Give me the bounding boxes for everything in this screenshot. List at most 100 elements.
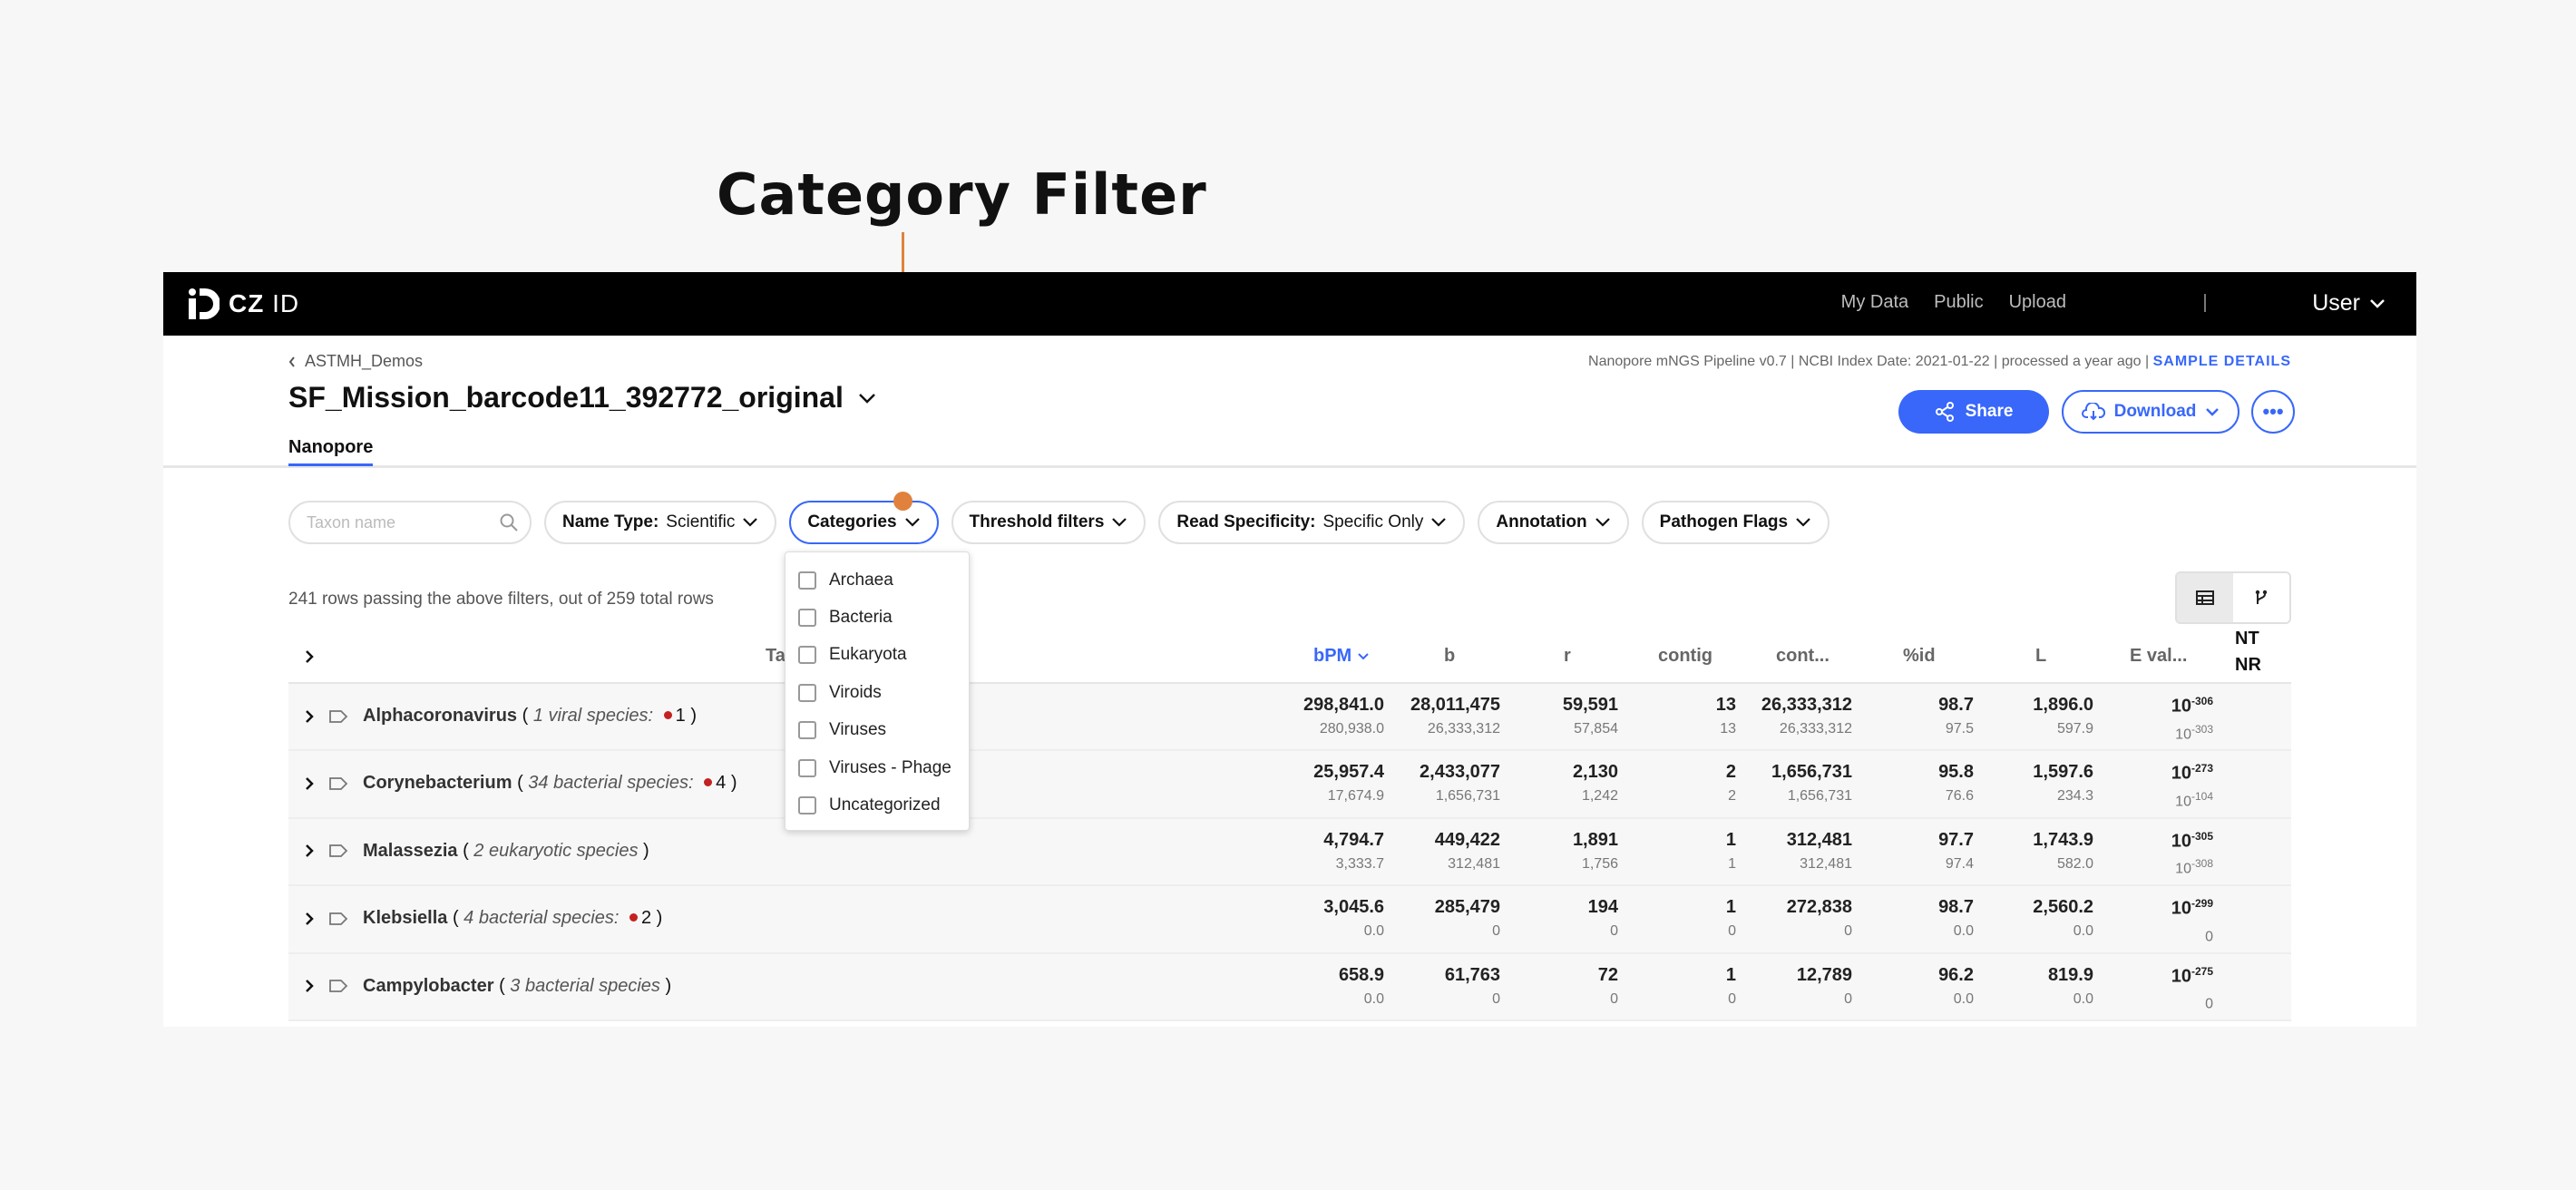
table-row[interactable]: Campylobacter ( 3 bacterial species ) 658…	[288, 953, 2291, 1021]
column-header-bpm[interactable]: bPM	[1313, 646, 1370, 667]
column-header-percent-id[interactable]: %id	[1903, 646, 1936, 667]
nr-value: 3,333.7	[1335, 855, 1384, 872]
cell-contig-reads: 26,333,312 26,333,312	[1761, 695, 1852, 737]
cell-length: 1,597.6 234.3	[2033, 762, 2093, 805]
column-header-contig[interactable]: contig	[1658, 646, 1712, 667]
cell-bpm: 4,794.7 3,333.7	[1323, 830, 1384, 873]
table-row[interactable]: Alphacoronavirus ( 1 viral species: 1 ) 2…	[288, 684, 2291, 752]
checkbox[interactable]	[798, 721, 816, 740]
annotation-filter[interactable]: Annotation	[1478, 501, 1629, 544]
name-type-filter[interactable]: Name Type: Scientific	[544, 501, 777, 544]
category-option-uncategorized[interactable]: Uncategorized	[785, 786, 969, 824]
nav-my-data[interactable]: My Data	[1841, 292, 1908, 313]
column-header-label: bPM	[1313, 646, 1352, 666]
category-option-viroids[interactable]: Viroids	[785, 674, 969, 711]
cell-contig: 13 13	[1716, 695, 1736, 737]
table-row[interactable]: Malassezia ( 2 eukaryotic species ) 4,794…	[288, 818, 2291, 887]
evalue-exponent: -306	[2191, 695, 2213, 707]
taxon-search-input[interactable]: Taxon name	[288, 501, 532, 544]
evalue-base: 0	[2205, 996, 2213, 1012]
pathogen-flags-filter[interactable]: Pathogen Flags	[1641, 501, 1830, 544]
nav-public[interactable]: Public	[1934, 292, 1983, 313]
nr-value: 57,854	[1574, 721, 1618, 736]
category-option-eukaryota[interactable]: Eukaryota	[785, 637, 969, 674]
evalue-exponent: -273	[2191, 762, 2213, 775]
table-view-button[interactable]	[2177, 573, 2233, 622]
name-type-label: Name Type:	[562, 512, 659, 532]
user-menu[interactable]: User	[2312, 290, 2386, 317]
nr-value: 312,481	[1448, 855, 1500, 872]
chevron-right-icon[interactable]	[305, 649, 314, 664]
chevron-right-icon[interactable]	[305, 844, 314, 858]
czid-logo[interactable]: CZ ID	[187, 285, 299, 323]
sample-name-dropdown[interactable]: SF_Mission_barcode11_392772_original	[288, 381, 876, 415]
nt-value: 59,591	[1562, 695, 1618, 715]
nr-value: 2	[1728, 788, 1736, 805]
nt-nr-toggle[interactable]: NT NR	[2235, 626, 2261, 678]
breadcrumb[interactable]: ASTMH_Demos	[288, 352, 423, 371]
nr-label: NR	[2235, 655, 2261, 675]
tree-view-button[interactable]	[2233, 573, 2289, 622]
nt-value: 1,891	[1572, 829, 1618, 850]
search-icon	[500, 513, 518, 532]
chevron-right-icon[interactable]	[305, 979, 314, 993]
nt-value: 1,896.0	[2033, 695, 2093, 715]
nav-upload[interactable]: Upload	[2009, 292, 2066, 313]
share-button-label: Share	[1965, 402, 2014, 421]
taxon-desc-open: (	[499, 975, 511, 996]
checkbox[interactable]	[798, 796, 816, 815]
category-option-viruses-phage[interactable]: Viruses - Phage	[785, 749, 969, 786]
category-option-label: Viruses - Phage	[829, 757, 951, 777]
page-title: SF_Mission_barcode11_392772_original	[288, 381, 844, 414]
cell-bpm: 658.9 0.0	[1339, 965, 1384, 1008]
table-row[interactable]: Corynebacterium ( 34 bacterial species: …	[288, 751, 2291, 819]
column-header-taxon[interactable]: Ta	[766, 646, 785, 667]
read-specificity-label: Read Specificity:	[1176, 512, 1316, 532]
share-button[interactable]: Share	[1898, 390, 2049, 434]
nr-value: 97.5	[1945, 721, 1974, 736]
category-option-viruses[interactable]: Viruses	[785, 712, 969, 749]
sample-details-link[interactable]: SAMPLE DETAILS	[2153, 354, 2291, 369]
tab-nanopore[interactable]: Nanopore	[288, 437, 374, 466]
category-option-bacteria[interactable]: Bacteria	[785, 599, 969, 636]
cell-contig-reads: 12,789 0	[1797, 965, 1852, 1008]
download-button[interactable]: Download	[2062, 390, 2239, 434]
checkbox[interactable]	[798, 571, 816, 590]
column-header-b[interactable]: b	[1444, 646, 1455, 667]
search-placeholder: Taxon name	[307, 513, 396, 532]
tag-icon[interactable]	[328, 709, 348, 724]
column-header-r[interactable]: r	[1564, 646, 1571, 667]
evalue-exponent: -303	[2191, 722, 2213, 736]
tag-icon[interactable]	[328, 912, 348, 926]
table-row[interactable]: Klebsiella ( 4 bacterial species: 2 ) 3,0…	[288, 886, 2291, 954]
checkbox[interactable]	[798, 646, 816, 665]
taxon-desc-open: (	[463, 840, 474, 861]
nt-value: 25,957.4	[1313, 762, 1384, 783]
cell-bpm: 3,045.6 0.0	[1323, 897, 1384, 940]
tag-icon[interactable]	[328, 844, 348, 858]
column-header-length[interactable]: L	[2035, 646, 2046, 667]
nr-value: 0	[1492, 990, 1500, 1007]
checkbox[interactable]	[798, 683, 816, 702]
category-option-archaea[interactable]: Archaea	[785, 561, 969, 599]
chevron-right-icon[interactable]	[305, 709, 314, 724]
checkbox[interactable]	[798, 609, 816, 628]
more-actions-button[interactable]: •••	[2251, 390, 2295, 434]
column-header-evalue[interactable]: E val...	[2130, 646, 2187, 667]
tag-icon[interactable]	[328, 979, 348, 993]
nt-value: 96.2	[1938, 964, 1974, 985]
column-header-contig-reads[interactable]: cont...	[1776, 646, 1830, 667]
chevron-right-icon[interactable]	[305, 912, 314, 926]
taxon-cell: Corynebacterium ( 34 bacterial species: …	[305, 773, 737, 794]
categories-filter[interactable]: Categories	[789, 501, 939, 544]
checkbox[interactable]	[798, 758, 816, 777]
nt-value: 1	[1725, 964, 1736, 985]
app-window: CZ ID My Data Public Upload User ASTMH_D…	[163, 272, 2416, 1027]
nr-value: 234.3	[2056, 788, 2093, 805]
threshold-filter[interactable]: Threshold filters	[951, 501, 1147, 544]
nt-value: 28,011,475	[1410, 695, 1500, 715]
read-specificity-filter[interactable]: Read Specificity: Specific Only	[1158, 501, 1466, 544]
chevron-right-icon[interactable]	[305, 776, 314, 791]
tag-icon[interactable]	[328, 776, 348, 791]
nr-value: 1,242	[1581, 788, 1618, 805]
